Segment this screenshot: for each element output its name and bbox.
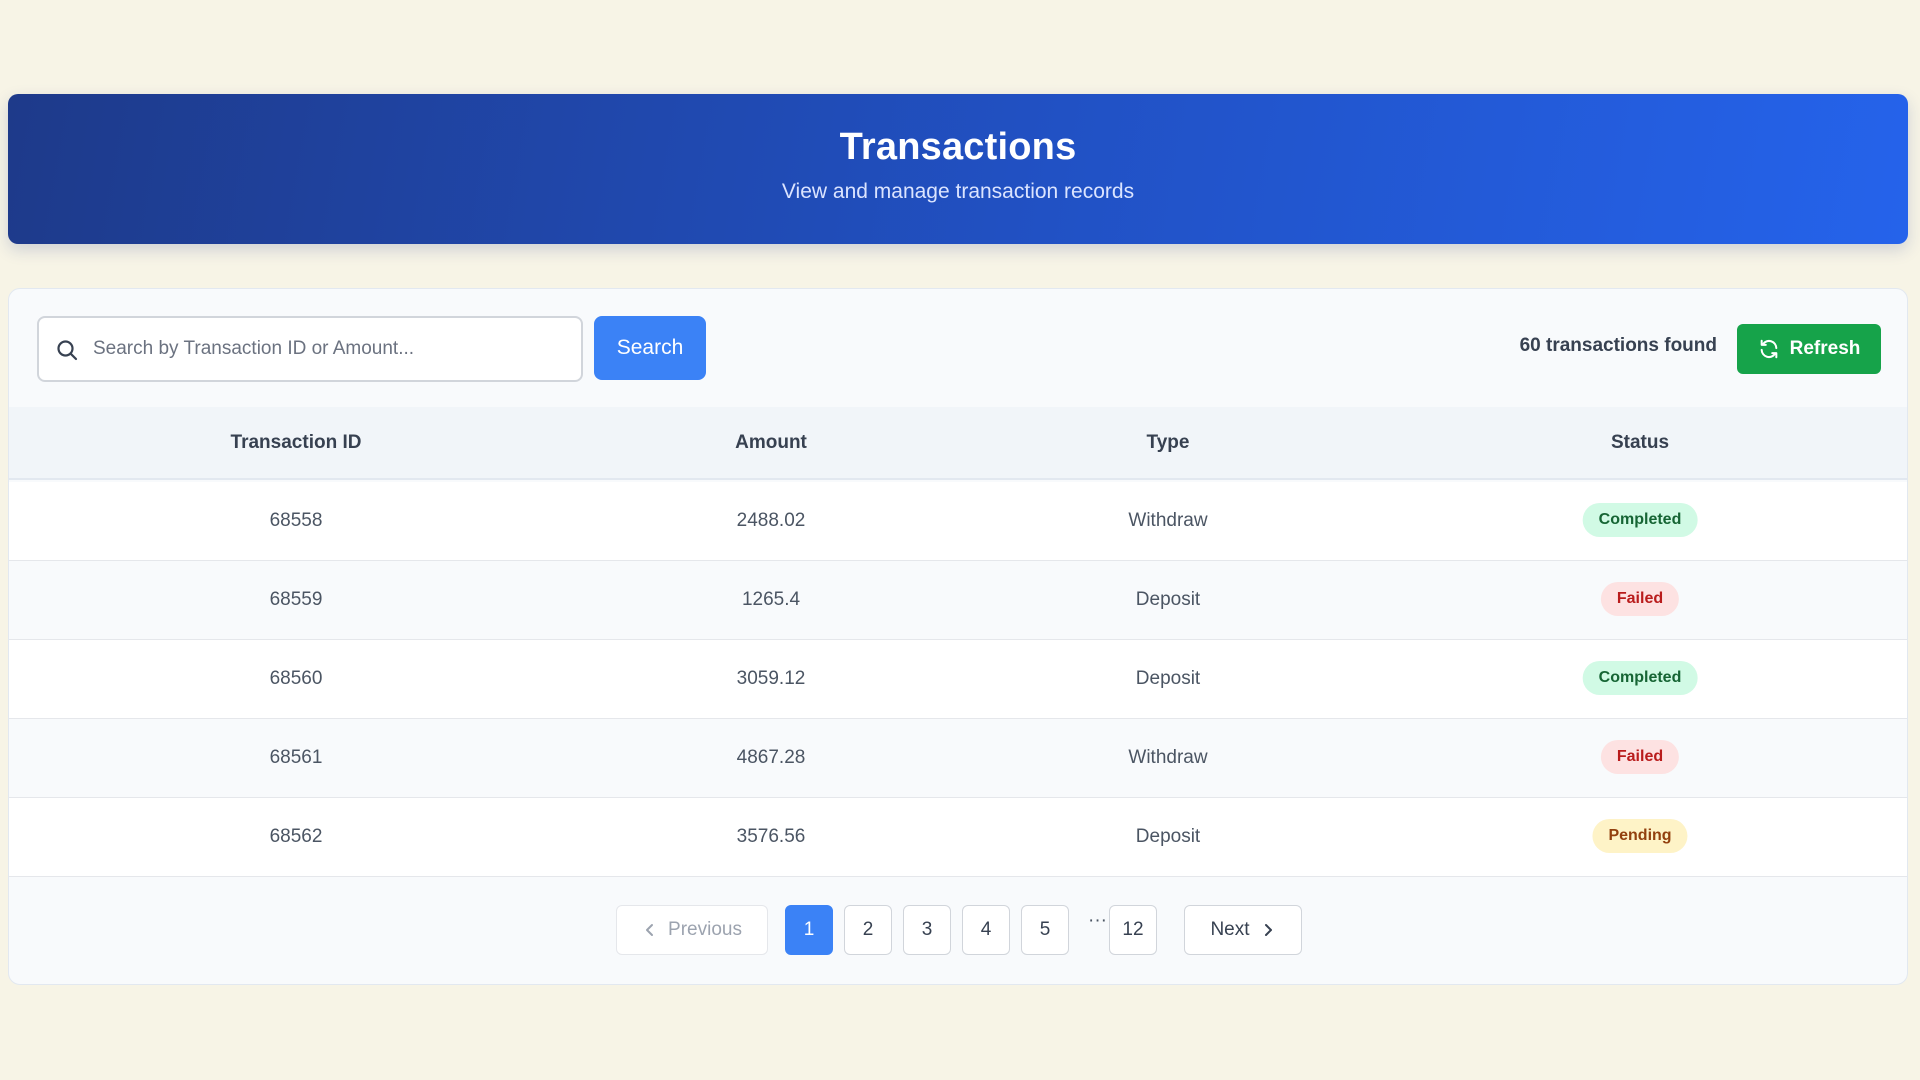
type-cell: Withdraw	[1128, 747, 1208, 768]
table-header: Transaction ID Amount Type Status	[9, 407, 1907, 480]
table-row[interactable]: 68559 1265.4 Deposit Failed	[9, 561, 1907, 640]
page-button-1[interactable]: 1	[785, 905, 833, 955]
page-header: Transactions View and manage transaction…	[8, 94, 1908, 244]
column-header-transaction-id[interactable]: Transaction ID	[231, 432, 362, 454]
column-header-amount[interactable]: Amount	[735, 432, 807, 454]
chevron-left-icon	[646, 924, 654, 936]
transaction-id-cell: 68562	[269, 826, 323, 847]
search-button[interactable]: Search	[594, 316, 706, 380]
search-input[interactable]	[93, 318, 573, 380]
column-header-type[interactable]: Type	[1147, 432, 1190, 454]
chevron-right-icon	[1264, 924, 1272, 936]
transaction-id-cell: 68561	[269, 747, 323, 768]
table-row[interactable]: 68562 3576.56 Deposit Pending	[9, 798, 1907, 877]
page-title: Transactions	[839, 126, 1077, 168]
transaction-id-cell: 68560	[269, 668, 323, 689]
previous-page-button[interactable]: Previous	[616, 905, 768, 955]
amount-cell: 3576.56	[736, 826, 806, 847]
amount-cell: 4867.28	[736, 747, 806, 768]
next-label: Next	[1210, 919, 1250, 940]
transactions-card: Search 60 transactions found Refresh Tra…	[8, 288, 1908, 985]
page-subtitle: View and manage transaction records	[781, 180, 1135, 203]
result-count: 60 transactions found	[1519, 335, 1717, 356]
table-row[interactable]: 68560 3059.12 Deposit Completed	[9, 640, 1907, 719]
page-button-2[interactable]: 2	[844, 905, 892, 955]
pagination-ellipsis: ···	[1088, 910, 1107, 931]
amount-cell: 3059.12	[736, 668, 806, 689]
column-header-status[interactable]: Status	[1611, 432, 1669, 454]
next-page-button[interactable]: Next	[1184, 905, 1302, 955]
transaction-id-cell: 68559	[269, 589, 323, 610]
status-badge: Failed	[1600, 582, 1680, 616]
refresh-icon	[1760, 339, 1777, 359]
search-box[interactable]	[37, 316, 583, 382]
status-badge: Failed	[1600, 740, 1680, 774]
page-button-12[interactable]: 12	[1109, 905, 1157, 955]
type-cell: Deposit	[1135, 668, 1201, 689]
type-cell: Deposit	[1135, 826, 1201, 847]
previous-label: Previous	[668, 919, 742, 940]
amount-cell: 2488.02	[736, 510, 806, 531]
type-cell: Deposit	[1135, 589, 1201, 610]
refresh-label: Refresh	[1789, 338, 1861, 359]
type-cell: Withdraw	[1128, 510, 1208, 531]
transaction-id-cell: 68558	[269, 510, 323, 531]
refresh-button[interactable]: Refresh	[1737, 324, 1881, 374]
status-badge: Completed	[1582, 503, 1698, 537]
table-row[interactable]: 68561 4867.28 Withdraw Failed	[9, 719, 1907, 798]
page-button-5[interactable]: 5	[1021, 905, 1069, 955]
status-badge: Pending	[1592, 819, 1688, 853]
status-badge: Completed	[1582, 661, 1698, 695]
search-icon	[57, 340, 78, 361]
amount-cell: 1265.4	[741, 589, 801, 610]
page-button-4[interactable]: 4	[962, 905, 1010, 955]
page-button-3[interactable]: 3	[903, 905, 951, 955]
table-row[interactable]: 68558 2488.02 Withdraw Completed	[9, 482, 1907, 561]
